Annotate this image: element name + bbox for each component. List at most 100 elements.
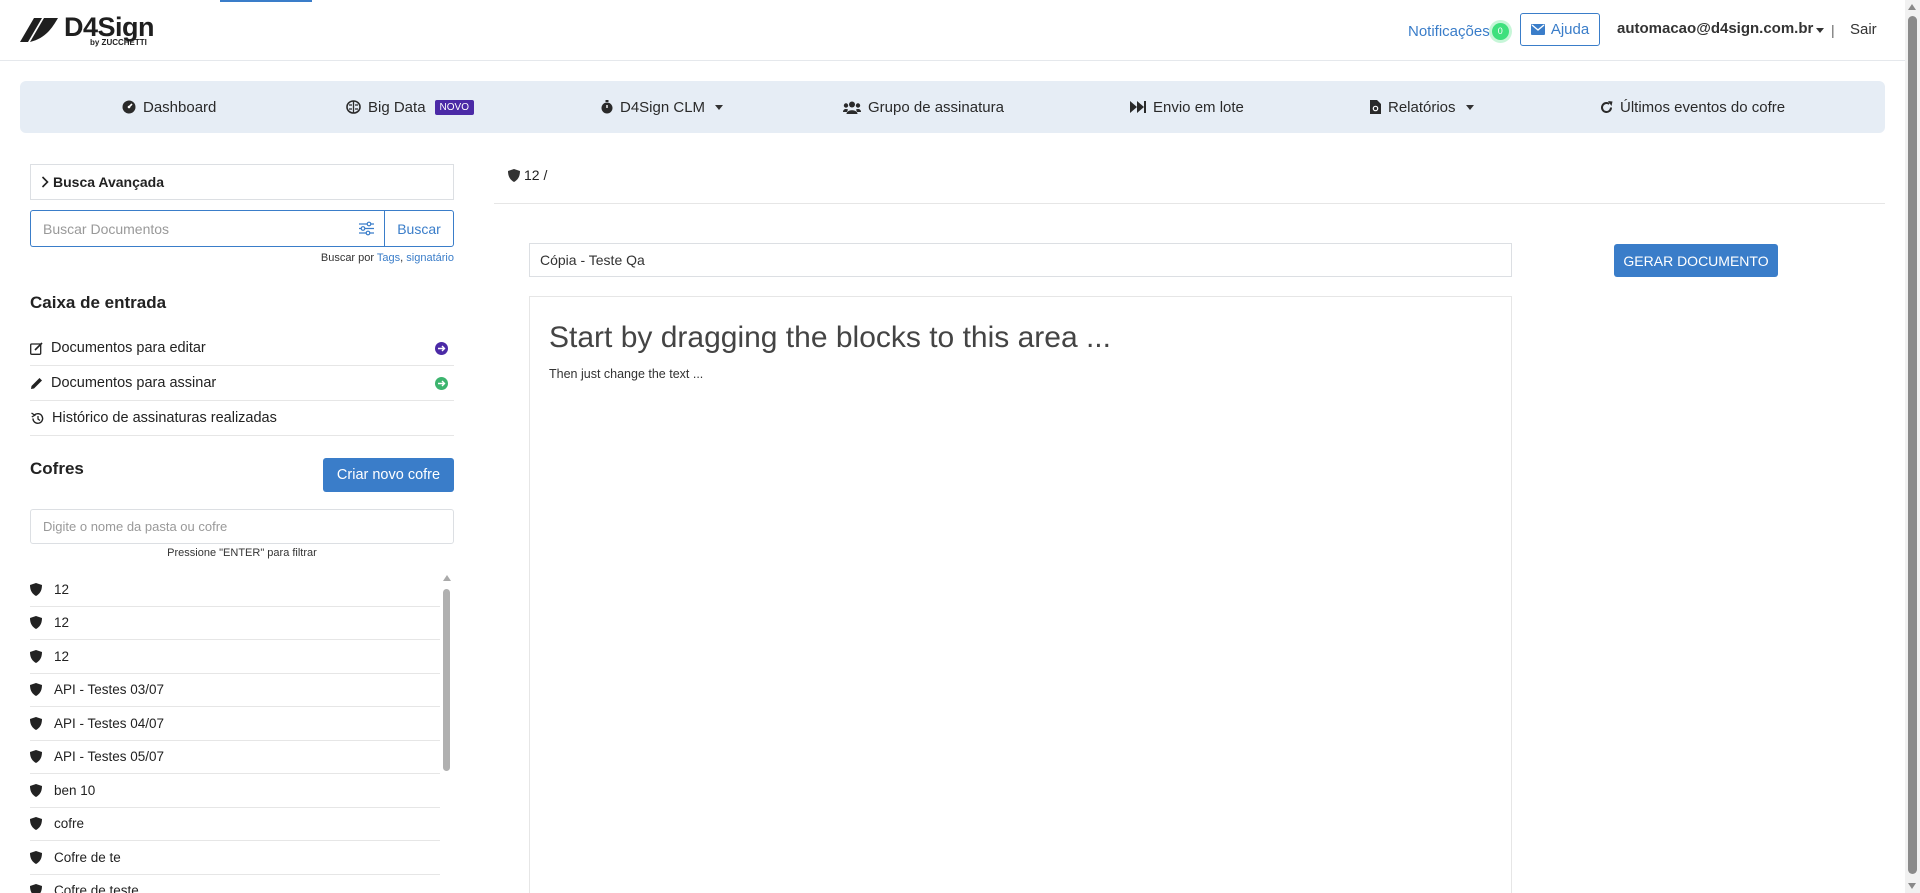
vault-item[interactable]: ben 10 [30,774,440,808]
user-menu-dropdown[interactable]: automacao@d4sign.com.br [1617,20,1825,37]
create-vault-button[interactable]: Criar novo cofre [323,458,454,492]
nav-signature-group-label: Grupo de assinatura [868,98,1004,116]
inbox-item-sign[interactable]: Documentos para assinar [30,366,454,401]
logout-link[interactable]: Sair [1850,21,1877,38]
scroll-up-arrow-icon[interactable] [1908,4,1916,10]
nav-reports-dropdown[interactable]: Relatórios [1370,81,1474,133]
vault-name: 12 [54,648,70,664]
window-scroll-thumb[interactable] [1908,16,1917,874]
vault-item[interactable]: API - Testes 05/07 [30,741,440,774]
advanced-search-label: Busca Avançada [53,174,165,190]
refresh-icon [1601,100,1613,113]
breadcrumb: 12 / [508,167,547,183]
notifications-count-badge: 0 [1491,23,1509,40]
window-scrollbar[interactable] [1905,0,1920,893]
search-input-placeholder: Buscar Documentos [43,220,170,237]
user-email: automacao@d4sign.com.br [1617,20,1814,37]
stopwatch-icon [601,100,613,114]
vault-list: 12 12 12 API - Testes 03/07 API - Testes… [30,573,440,893]
nav-clm-dropdown[interactable]: D4Sign CLM [601,81,724,133]
top-header: D4Sign by ZUCCHETTI Notificações 0 Ajuda… [0,0,1905,61]
vault-item[interactable]: API - Testes 03/07 [30,674,440,707]
pencil-icon [31,377,42,389]
vault-item[interactable]: 12 [30,640,440,674]
sliders-filter-icon[interactable] [359,221,374,236]
inbox-item-history[interactable]: Histórico de assinaturas realizadas [30,401,454,436]
nav-vault-events-label: Últimos eventos do cofre [1620,98,1786,116]
search-hint-comma: , [400,252,404,264]
dashboard-gauge-icon [122,100,136,114]
generate-document-button[interactable]: GERAR DOCUMENTO [1614,244,1778,277]
nav-dashboard-label: Dashboard [143,98,217,116]
nav-vault-events[interactable]: Últimos eventos do cofre [1600,81,1785,133]
vault-filter-input[interactable]: Digite o nome da pasta ou cofre [30,509,454,544]
inbox-title: Caixa de entrada [30,293,167,312]
document-name-value: Cópia - Teste Qa [540,252,645,268]
vault-list-scrollbar[interactable] [441,573,453,893]
vault-name: cofre [54,816,85,832]
vault-item[interactable]: 12 [30,607,440,640]
editor-subtext[interactable]: Then just change the text ... [549,367,703,381]
chevron-right-icon [41,176,49,188]
shield-icon [30,884,42,893]
brain-icon [346,100,361,114]
vault-item[interactable]: API - Testes 04/07 [30,707,440,741]
users-icon [843,101,861,114]
shield-icon [508,168,520,182]
envelope-icon [1530,24,1545,35]
vault-filter-placeholder: Digite o nome da pasta ou cofre [43,519,228,534]
editor-drop-area[interactable]: Start by dragging the blocks to this are… [529,296,1512,893]
history-icon [31,411,44,424]
chevron-down-icon [715,104,724,110]
shield-icon [30,850,42,864]
vault-item[interactable]: cofre [30,808,440,841]
document-name-input[interactable]: Cópia - Teste Qa [529,243,1512,277]
nav-batch-send[interactable]: Envio em lote [1130,81,1244,133]
nav-big-data[interactable]: Big Data NOVO [346,81,474,133]
nav-reports-label: Relatórios [1388,98,1456,116]
vault-list-scroll-thumb[interactable] [443,589,450,771]
main-navbar: Dashboard Big Data NOVO D4Sign CLM Grupo… [20,81,1885,133]
search-documents-input[interactable]: Buscar Documentos [30,210,384,247]
nav-big-data-label: Big Data [368,98,426,116]
search-hint-tags-link[interactable]: Tags [377,252,400,264]
document-search-group: Buscar Documentos Buscar [30,210,454,247]
logo-name: D4Sign [64,11,155,42]
chevron-down-icon [1465,104,1474,110]
search-hint-signer-link[interactable]: signatário [406,252,454,264]
arrow-circle-right-icon [435,342,448,355]
shield-icon [30,716,42,730]
vault-item[interactable]: Cofre de teste [30,875,440,893]
scroll-up-arrow-icon[interactable] [443,575,451,581]
breadcrumb-path[interactable]: 12 / [524,167,547,183]
inbox-item-edit[interactable]: Documentos para editar [30,331,454,366]
notifications-link[interactable]: Notificações 0 [1408,23,1509,40]
fast-forward-icon [1130,101,1146,113]
vaults-title: Cofres [30,459,84,478]
vault-item[interactable]: Cofre de te [30,841,440,875]
shield-icon [30,817,42,831]
nav-batch-send-label: Envio em lote [1153,98,1244,116]
advanced-search-toggle[interactable]: Busca Avançada [30,164,454,200]
vault-name: API - Testes 05/07 [54,749,165,765]
active-tab-indicator [220,0,312,2]
vault-item[interactable]: 12 [30,573,440,607]
editor-heading[interactable]: Start by dragging the blocks to this are… [549,321,1111,355]
nav-signature-group[interactable]: Grupo de assinatura [843,81,1004,133]
scroll-down-arrow-icon[interactable] [1908,883,1916,889]
vault-name: Cofre de te [54,849,121,865]
nav-clm-label: D4Sign CLM [620,98,706,116]
vault-name: ben 10 [54,782,96,798]
shield-icon [30,616,42,630]
new-badge: NOVO [434,99,474,115]
vault-name: 12 [54,615,70,631]
search-button[interactable]: Buscar [384,210,454,247]
nav-dashboard[interactable]: Dashboard [122,81,216,133]
d4sign-logo[interactable]: D4Sign by ZUCCHETTI [18,10,155,50]
search-hint: Buscar por Tags, signatário [30,252,454,264]
vault-name: Cofre de teste [54,883,139,893]
logo-mark-icon [20,18,58,42]
help-button[interactable]: Ajuda [1520,13,1600,46]
shield-icon [30,582,42,596]
notifications-label: Notificações [1408,23,1490,40]
